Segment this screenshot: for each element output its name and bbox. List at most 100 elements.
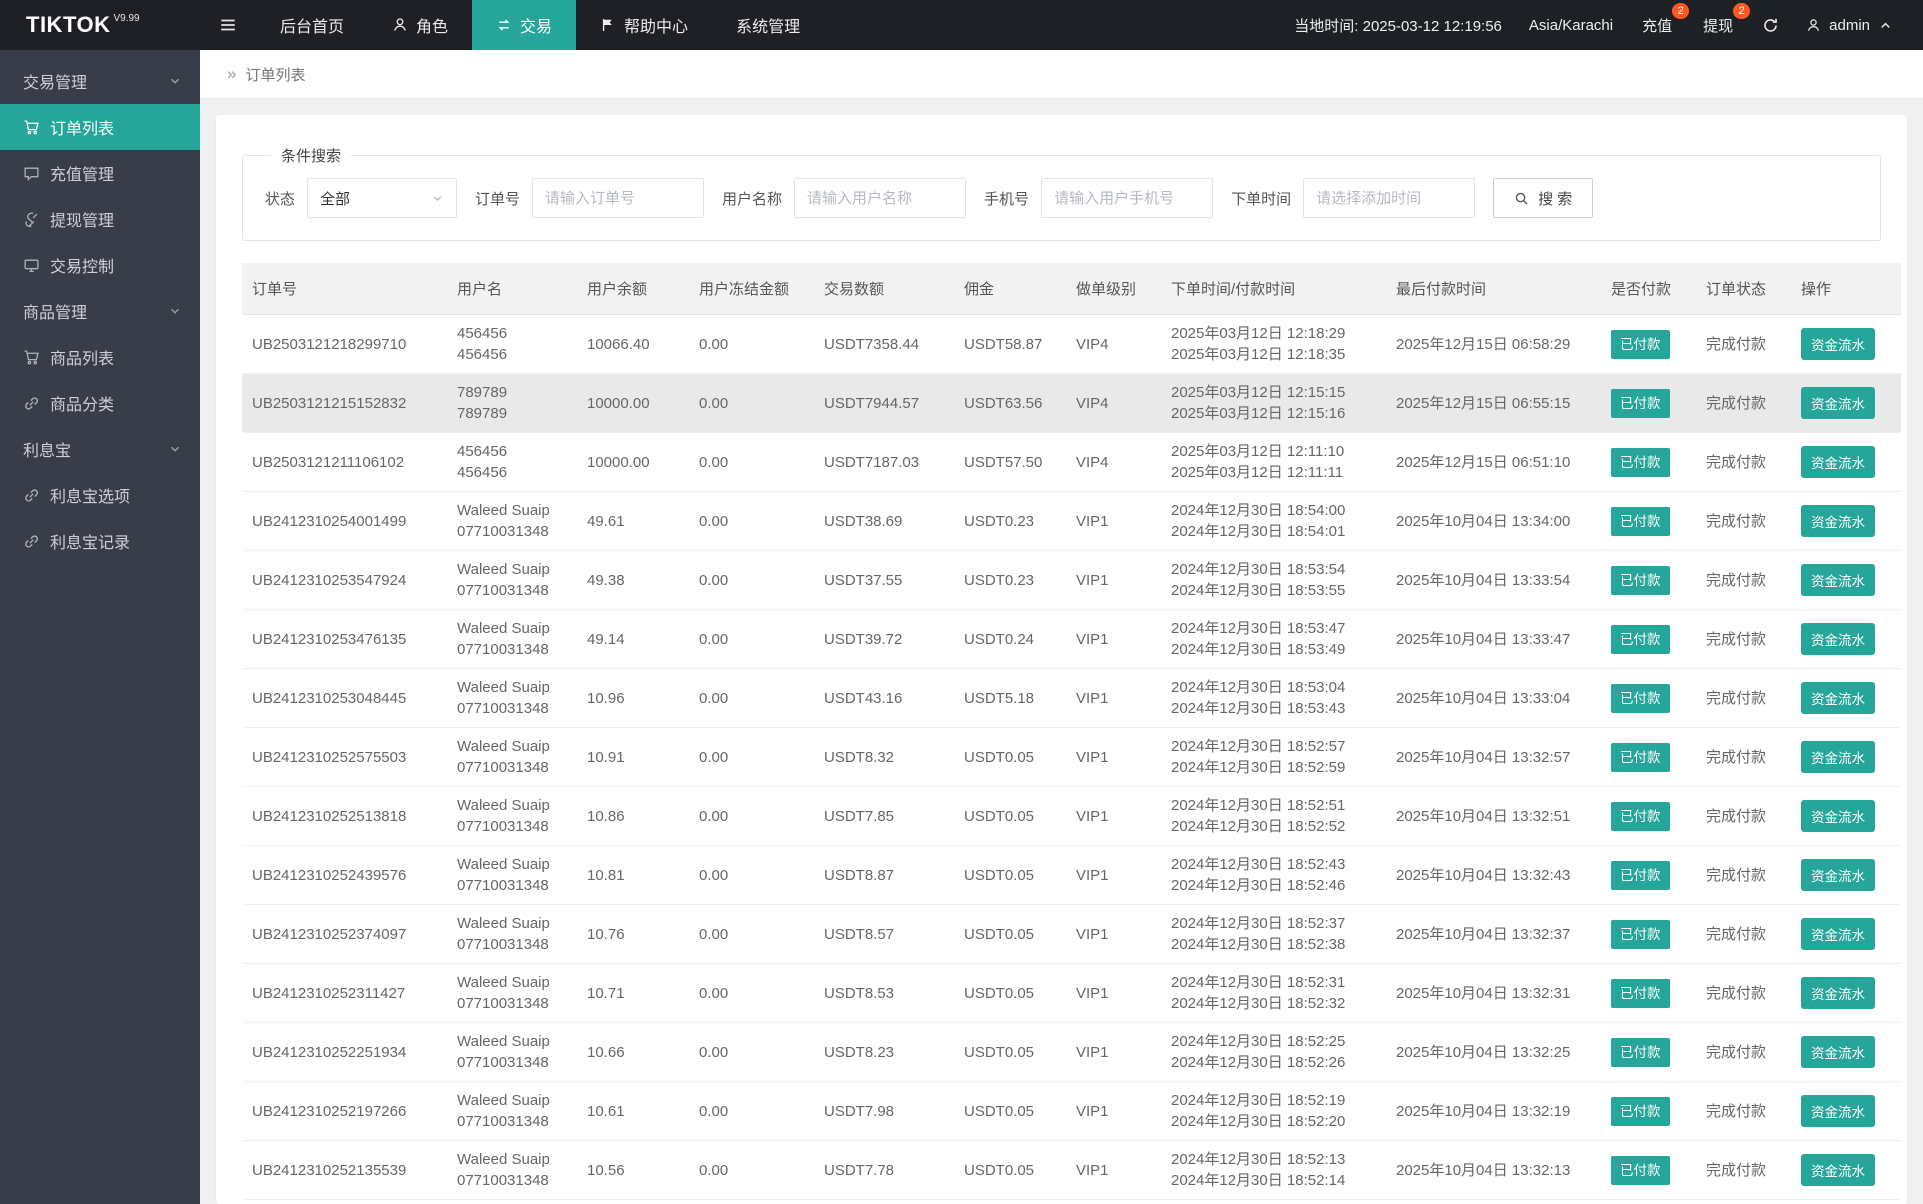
nav-item-trade[interactable]: 交易 xyxy=(472,0,576,50)
sidebar-item-10[interactable]: 利息宝记录 xyxy=(0,518,200,564)
fund-flow-button[interactable]: 资金流水 xyxy=(1801,1036,1875,1068)
fund-flow-button[interactable]: 资金流水 xyxy=(1801,800,1875,832)
balance-cell: 10000.00 xyxy=(577,374,689,433)
fund-flow-button[interactable]: 资金流水 xyxy=(1801,918,1875,950)
paid-badge: 已付款 xyxy=(1611,920,1670,949)
order-no-cell: UB2412310252575503 xyxy=(242,728,447,787)
action-cell: 资金流水 xyxy=(1791,1082,1901,1141)
paid-cell: 已付款 xyxy=(1601,374,1696,433)
sidebar-item-6[interactable]: 商品列表 xyxy=(0,334,200,380)
commission-cell: USDT0.23 xyxy=(954,492,1066,551)
fund-flow-button[interactable]: 资金流水 xyxy=(1801,859,1875,891)
last-pay-cell: 2025年12月15日 06:58:29 xyxy=(1386,315,1601,374)
last-pay-cell: 2025年10月04日 13:32:37 xyxy=(1386,905,1601,964)
user-cell: Waleed Suaip07710031348 xyxy=(447,669,577,728)
fund-flow-button[interactable]: 资金流水 xyxy=(1801,564,1875,596)
times-cell: 2024年12月30日 18:52:312024年12月30日 18:52:32 xyxy=(1161,964,1386,1023)
order-no-input[interactable] xyxy=(532,178,704,218)
status-select[interactable]: 全部 xyxy=(307,178,457,218)
frozen-cell: 0.00 xyxy=(689,610,814,669)
nav-item-help-center[interactable]: 帮助中心 xyxy=(576,0,712,50)
level-cell: VIP1 xyxy=(1066,1200,1161,1204)
nav-item-system[interactable]: 系统管理 xyxy=(712,0,824,50)
action-cell: 资金流水 xyxy=(1791,610,1901,669)
nav-item-label: 角色 xyxy=(416,13,448,37)
order-no-cell: UB2412310252135539 xyxy=(242,1141,447,1200)
fund-flow-button[interactable]: 资金流水 xyxy=(1801,1154,1875,1186)
nav-item-roles[interactable]: 角色 xyxy=(368,0,472,50)
balance-cell: 49.61 xyxy=(577,492,689,551)
timezone: Asia/Karachi xyxy=(1529,17,1613,34)
user-cell: 456456456456 xyxy=(447,433,577,492)
paid-cell: 已付款 xyxy=(1601,492,1696,551)
user-name-input[interactable] xyxy=(794,178,966,218)
commission-cell: USDT58.87 xyxy=(954,315,1066,374)
status-cell: 完成付款 xyxy=(1696,374,1791,433)
fund-flow-button[interactable]: 资金流水 xyxy=(1801,446,1875,478)
sidebar-toggle-button[interactable] xyxy=(200,0,256,50)
user-icon xyxy=(1806,18,1821,33)
sidebar: 交易管理订单列表充值管理提现管理交易控制商品管理商品列表商品分类利息宝利息宝选项… xyxy=(0,50,200,1204)
fund-flow-button[interactable]: 资金流水 xyxy=(1801,328,1875,360)
cart-icon xyxy=(23,119,40,136)
search-icon xyxy=(1514,191,1529,206)
breadcrumb-marker-icon: » xyxy=(227,64,236,84)
user-cell: Waleed Suaip07710031348 xyxy=(447,1200,577,1204)
sidebar-item-9[interactable]: 利息宝选项 xyxy=(0,472,200,518)
phone-input[interactable] xyxy=(1041,178,1213,218)
order-row: UB2412310252135539Waleed Suaip0771003134… xyxy=(242,1141,1901,1200)
amount-cell: USDT39.72 xyxy=(814,610,954,669)
paid-badge: 已付款 xyxy=(1611,507,1670,536)
balance-cell: 10.56 xyxy=(577,1141,689,1200)
breadcrumb: » 订单列表 xyxy=(200,50,1923,99)
paid-badge: 已付款 xyxy=(1611,566,1670,595)
sidebar-item-4[interactable]: 交易控制 xyxy=(0,242,200,288)
sidebar-item-label: 商品管理 xyxy=(23,299,87,323)
level-cell: VIP1 xyxy=(1066,1023,1161,1082)
order-time-input[interactable] xyxy=(1303,178,1475,218)
sidebar-item-3[interactable]: 提现管理 xyxy=(0,196,200,242)
search-button[interactable]: 搜 索 xyxy=(1493,178,1593,218)
sidebar-item-7[interactable]: 商品分类 xyxy=(0,380,200,426)
recharge-button[interactable]: 充值 2 xyxy=(1640,11,1674,40)
refresh-button[interactable] xyxy=(1762,17,1779,34)
commission-cell: USDT5.18 xyxy=(954,669,1066,728)
paid-badge: 已付款 xyxy=(1611,448,1670,477)
sidebar-item-2[interactable]: 充值管理 xyxy=(0,150,200,196)
commission-cell: USDT57.50 xyxy=(954,433,1066,492)
status-cell: 完成付款 xyxy=(1696,1141,1791,1200)
admin-menu[interactable]: admin xyxy=(1806,17,1893,34)
link-icon xyxy=(23,533,40,550)
level-cell: VIP1 xyxy=(1066,728,1161,787)
fund-flow-button[interactable]: 资金流水 xyxy=(1801,505,1875,537)
sidebar-group-0[interactable]: 交易管理 xyxy=(0,58,200,104)
nav-item-dashboard[interactable]: 后台首页 xyxy=(256,0,368,50)
fund-flow-button[interactable]: 资金流水 xyxy=(1801,387,1875,419)
times-cell: 2024年12月30日 18:54:002024年12月30日 18:54:01 xyxy=(1161,492,1386,551)
user-cell: Waleed Suaip07710031348 xyxy=(447,787,577,846)
fund-flow-button[interactable]: 资金流水 xyxy=(1801,1095,1875,1127)
fund-flow-button[interactable]: 资金流水 xyxy=(1801,682,1875,714)
sidebar-group-8[interactable]: 利息宝 xyxy=(0,426,200,472)
paid-cell: 已付款 xyxy=(1601,728,1696,787)
status-cell: 完成付款 xyxy=(1696,551,1791,610)
action-cell: 资金流水 xyxy=(1791,846,1901,905)
paid-badge: 已付款 xyxy=(1611,330,1670,359)
local-time: 当地时间: 2025-03-12 12:19:56 xyxy=(1294,15,1502,36)
sidebar-item-1[interactable]: 订单列表 xyxy=(0,104,200,150)
commission-cell: USDT0.23 xyxy=(954,551,1066,610)
frozen-cell: 0.00 xyxy=(689,492,814,551)
action-cell: 资金流水 xyxy=(1791,964,1901,1023)
amount-cell: USDT8.57 xyxy=(814,905,954,964)
user-cell: Waleed Suaip07710031348 xyxy=(447,1141,577,1200)
sidebar-group-5[interactable]: 商品管理 xyxy=(0,288,200,334)
fund-flow-button[interactable]: 资金流水 xyxy=(1801,623,1875,655)
status-label: 状态 xyxy=(265,188,295,209)
chevron-down-icon xyxy=(431,192,444,205)
fund-flow-button[interactable]: 资金流水 xyxy=(1801,977,1875,1009)
column-header: 订单状态 xyxy=(1696,263,1791,315)
withdraw-button[interactable]: 提现 2 xyxy=(1701,11,1735,40)
fund-flow-button[interactable]: 资金流水 xyxy=(1801,741,1875,773)
orders-card: 条件搜索 状态 全部 订单号 用户名称 手机号 xyxy=(216,115,1907,1204)
frozen-cell: 0.00 xyxy=(689,1200,814,1204)
